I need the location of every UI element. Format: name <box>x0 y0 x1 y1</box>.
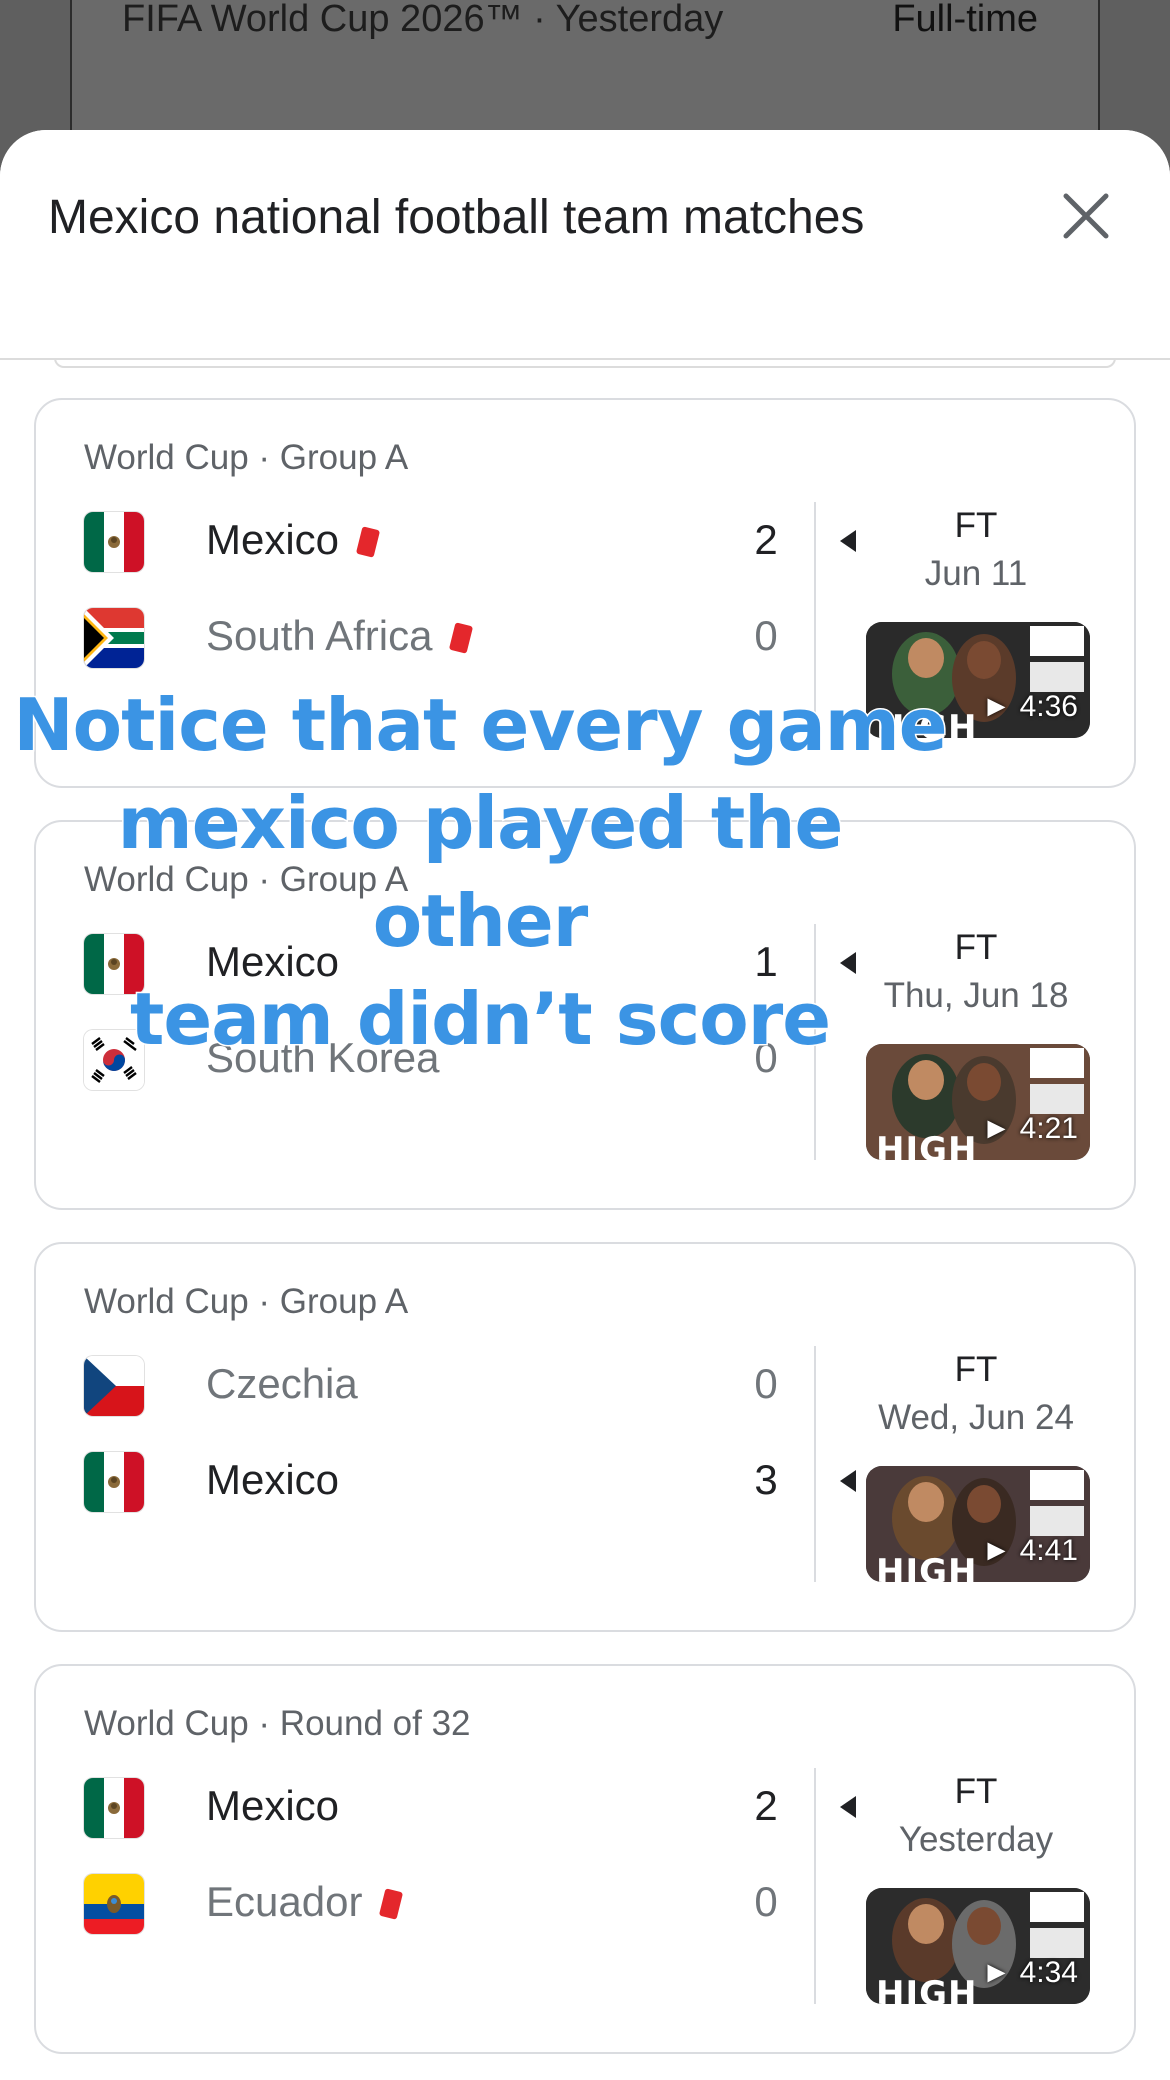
team-row[interactable]: Mexico 2 <box>84 1766 856 1846</box>
team-row[interactable]: Mexico 2 <box>84 500 856 580</box>
mexico-flag-icon <box>84 512 144 572</box>
video-duration: ► 4:41 <box>981 1534 1078 1567</box>
red-card-icon <box>355 526 381 558</box>
highlights-label: HIGH <box>876 1974 978 2004</box>
team-score: 2 <box>754 516 778 563</box>
highlights-label: HIGH <box>876 1552 978 1582</box>
match-card[interactable]: World Cup · Round of 32 Mexico 2 Ecuador 0 FT… <box>34 1664 1136 2054</box>
team-name: South Africa <box>206 612 433 659</box>
team-score: 0 <box>754 1360 778 1407</box>
red-card-icon <box>378 1888 404 1920</box>
highlights-video-thumbnail[interactable]: HIGH ► 4:41 <box>866 1466 1090 1582</box>
match-card[interactable]: World Cup · Group A Czechia 0 Mexico 3 FT Wed,… <box>34 1242 1136 1632</box>
red-card-icon <box>448 622 474 654</box>
highlights-label: HIGH <box>876 1130 978 1160</box>
team-name: Mexico <box>206 516 340 563</box>
background-match-info: FIFA World Cup 2026™ · Yesterday <box>122 0 724 40</box>
team-name: Ecuador <box>206 1878 363 1925</box>
overlay-caption: Notice that every game mexico played the… <box>0 676 960 1068</box>
background-match-card: FIFA World Cup 2026™ · Yesterday Full-ti… <box>70 0 1100 140</box>
video-duration: ► 4:21 <box>981 1112 1078 1145</box>
overlay-caption-line-3: team didn’t score <box>128 976 832 1063</box>
mexico-flag-icon <box>84 1452 144 1512</box>
team-row[interactable]: Ecuador 0 <box>84 1862 844 1942</box>
competition-label: World Cup · Round of 32 <box>84 1704 471 1743</box>
team-score: 2 <box>754 1782 778 1829</box>
video-duration: ► 4:36 <box>981 690 1078 723</box>
team-row[interactable]: South Africa 0 <box>84 596 844 676</box>
team-name: Mexico <box>206 1456 340 1503</box>
match-date: Wed, Jun 24 <box>878 1398 1074 1437</box>
close-button[interactable] <box>1056 186 1116 246</box>
czechia-flag-icon <box>84 1356 144 1416</box>
match-status: FT <box>954 506 998 545</box>
overlay-caption-line-2: mexico played the other <box>116 780 845 965</box>
winner-indicator-icon <box>840 1470 856 1492</box>
south-africa-flag-icon <box>84 608 144 668</box>
video-duration: ► 4:34 <box>981 1956 1078 1989</box>
team-score: 0 <box>754 1878 778 1925</box>
ecuador-flag-icon <box>84 1874 144 1934</box>
mexico-flag-icon <box>84 1778 144 1838</box>
competition-label: World Cup · Group A <box>84 438 409 477</box>
overlay-caption-line-1: Notice that every game <box>12 682 949 769</box>
background-match-status: Full-time <box>892 0 1038 40</box>
highlights-video-thumbnail[interactable]: HIGH ► 4:34 <box>866 1888 1090 2004</box>
team-name: Mexico <box>206 1782 340 1829</box>
match-date: Jun 11 <box>924 554 1028 593</box>
sheet-header: Mexico national football team matches <box>0 130 1170 360</box>
previous-card-edge <box>54 358 1116 368</box>
team-score: 3 <box>754 1456 778 1503</box>
competition-label: World Cup · Group A <box>84 1282 409 1321</box>
team-name: Czechia <box>206 1360 358 1407</box>
match-date: Yesterday <box>898 1820 1054 1859</box>
team-row[interactable]: Mexico 3 <box>84 1440 856 1520</box>
match-status: FT <box>954 1772 998 1811</box>
close-icon <box>1063 193 1109 239</box>
team-score: 0 <box>754 612 778 659</box>
match-status: FT <box>954 1350 998 1389</box>
sheet-title: Mexico national football team matches <box>48 191 865 244</box>
team-row[interactable]: Czechia 0 <box>84 1344 844 1424</box>
